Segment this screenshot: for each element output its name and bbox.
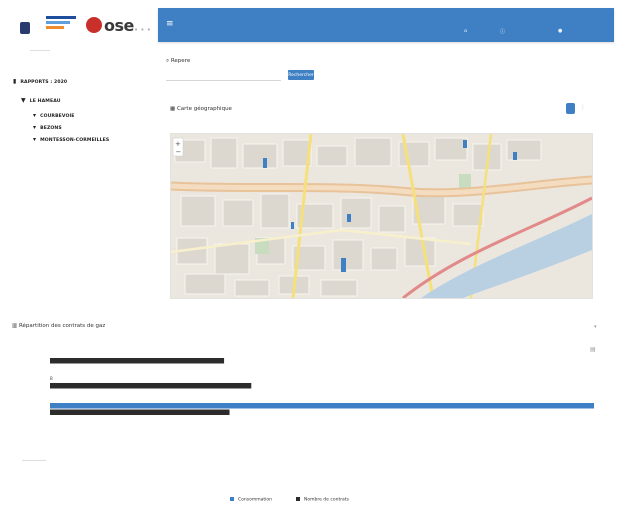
map-view[interactable]: + −: [170, 133, 593, 299]
legend-item-contrats[interactable]: Nombre de contrats: [296, 497, 349, 503]
legend-label: Nombre de contrats: [304, 497, 349, 503]
search-button[interactable]: Rechercher: [288, 70, 314, 80]
map-title-text: Carte géographique: [176, 106, 232, 112]
bar-category-label: B: [50, 376, 53, 381]
svg-text:+: +: [175, 140, 181, 148]
map-tiles: + −: [171, 134, 592, 298]
home-icon: ⌂: [464, 28, 468, 34]
sidebar-divider: [30, 50, 50, 51]
sidebar-item-le-hameau[interactable]: ▼ LE HAMEAU: [21, 97, 61, 104]
chart-export-icon[interactable]: ▤: [590, 346, 596, 353]
sidebar-item-label: LE HAMEAU: [29, 99, 61, 104]
map-layers-button[interactable]: [566, 103, 575, 114]
caret-icon: ▾: [33, 124, 37, 131]
brand-name[interactable]: ose: [104, 16, 134, 35]
topbar-link-info[interactable]: ⓘ: [500, 28, 505, 35]
sidebar-item-label: MONTESSON-CORMEILLES: [40, 138, 110, 143]
brand-tagline-icon: • • •: [134, 26, 151, 34]
map-icon: ▦: [170, 106, 176, 112]
brand-logo-icon: [86, 17, 102, 33]
legend-swatch: [230, 497, 234, 501]
footer-divider: [22, 460, 46, 461]
bar-nombre-de-contrats[interactable]: [50, 383, 252, 389]
chart-panel-title: ▥ Répartition des contrats de gaz: [12, 323, 105, 329]
home-icon: ▮: [13, 78, 17, 85]
bar-consommation[interactable]: [50, 403, 594, 409]
legend-label: Consommation: [238, 497, 272, 503]
menu-toggle-icon[interactable]: ≡: [166, 19, 174, 29]
search-input[interactable]: [166, 71, 281, 81]
bookmark-icon: ▼: [21, 97, 26, 104]
map-panel-title: ▦ Carte géographique: [170, 106, 232, 112]
search-label: ⌕ Repere: [166, 58, 190, 65]
partner-logo: [46, 16, 82, 38]
collapse-icon[interactable]: ▾: [594, 324, 597, 330]
caret-icon: ▾: [33, 136, 37, 143]
info-icon: ⓘ: [500, 29, 506, 35]
search-icon: ⌕: [166, 58, 170, 64]
marianne-logo-icon: [20, 22, 30, 34]
sidebar-item-label: RAPPORTS : 2020: [20, 80, 68, 85]
svg-text:−: −: [176, 148, 182, 156]
sidebar-item-bezons[interactable]: ▾ BEZONS: [33, 124, 62, 131]
topbar-link-home[interactable]: ⌂: [464, 28, 467, 34]
sidebar-item-courbevoie[interactable]: ▾ COURBEVOIE: [33, 112, 75, 119]
chart-icon: ▥: [12, 323, 18, 329]
sidebar-item-montesson[interactable]: ▾ MONTESSON-CORMEILLES: [33, 136, 109, 143]
sidebar-item-rapports[interactable]: ▮ RAPPORTS : 2020: [13, 78, 67, 85]
user-icon: ●: [558, 28, 563, 34]
top-navbar: ≡ ⌂ ⓘ ●: [158, 8, 614, 42]
brand-area: ose • • •: [0, 0, 158, 46]
caret-icon: ▾: [33, 112, 37, 119]
bar-nombre-de-contrats[interactable]: [50, 409, 230, 416]
legend-item-consommation[interactable]: Consommation: [230, 497, 272, 503]
sidebar-item-label: BEZONS: [40, 126, 62, 131]
topbar-link-user[interactable]: ●: [558, 28, 562, 34]
chart-title-text: Répartition des contrats de gaz: [18, 323, 106, 329]
bar-nombre-de-contrats[interactable]: [50, 358, 225, 364]
map-options-icon[interactable]: ⋮: [580, 104, 586, 111]
legend-swatch: [296, 497, 300, 501]
search-label-text: Repere: [170, 58, 191, 64]
sidebar-item-label: COURBEVOIE: [40, 114, 75, 119]
